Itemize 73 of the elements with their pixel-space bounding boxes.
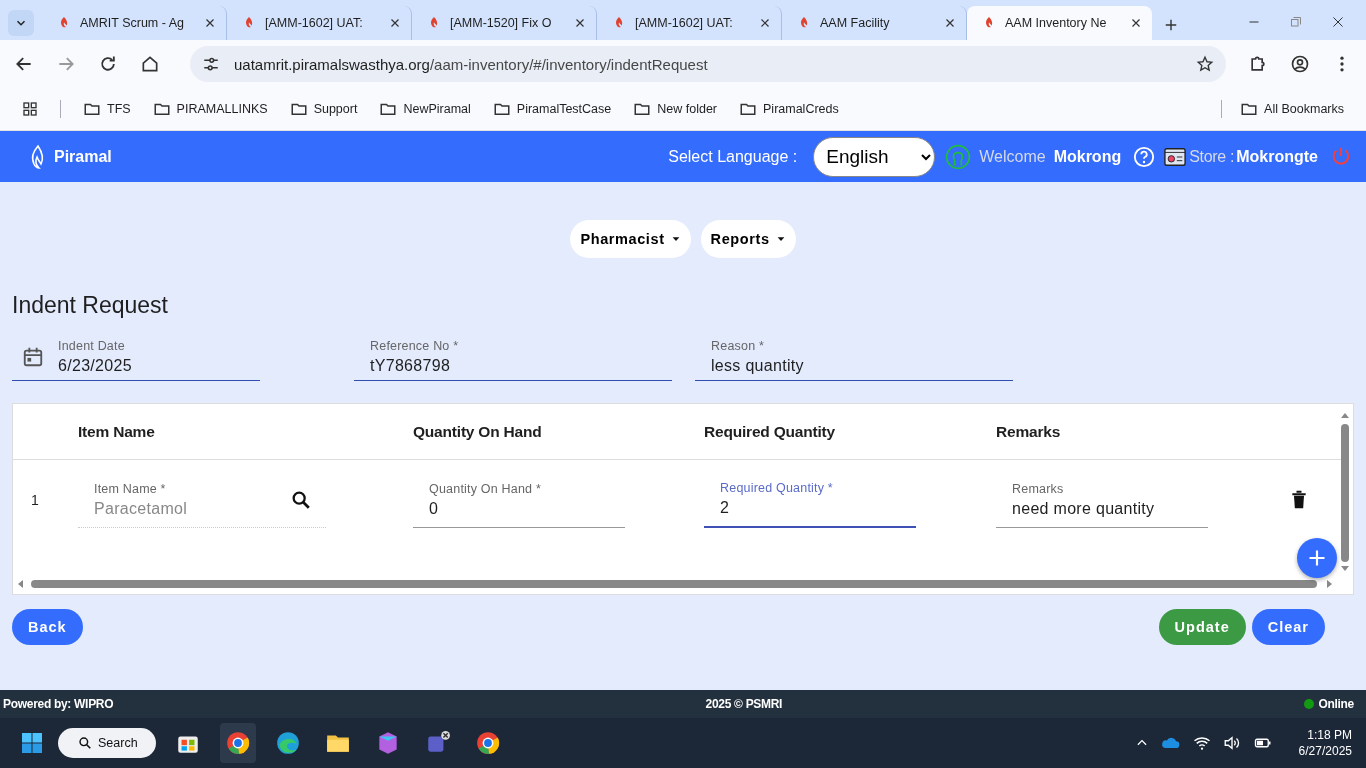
- language-label: Select Language :: [668, 147, 798, 166]
- store-name: Mokrongte: [1236, 147, 1318, 166]
- logo-text: Piramal: [54, 147, 112, 166]
- caret-icon: [775, 234, 786, 244]
- address-bar[interactable]: uatamrit.piramalswasthya.org/aam-inventory/#/inventory/indentRequest: [190, 46, 1226, 82]
- text-field[interactable]: Reason * less quantity: [695, 333, 1013, 381]
- chrome-icon[interactable]: [225, 730, 251, 756]
- trash-icon[interactable]: [1289, 489, 1309, 511]
- bookmark-folder[interactable]: PiramalTestCase: [492, 100, 612, 118]
- profile-icon[interactable]: [1290, 54, 1310, 74]
- update-button[interactable]: Update: [1158, 609, 1246, 645]
- close-icon[interactable]: [204, 17, 216, 29]
- bookmark-folder[interactable]: PIRAMALLINKS: [152, 100, 268, 118]
- wifi-icon[interactable]: [1192, 734, 1211, 752]
- close-icon[interactable]: [1130, 17, 1142, 29]
- reload-icon[interactable]: [98, 54, 118, 74]
- input-field[interactable]: Required Quantity * 2: [704, 472, 916, 528]
- close-icon[interactable]: [389, 17, 401, 29]
- back-button[interactable]: Back: [12, 609, 83, 645]
- input-field[interactable]: Remarks need more quantity: [996, 472, 1208, 528]
- page-title: Indent Request: [12, 292, 169, 319]
- taskbar-clock[interactable]: 1:18 PM 6/27/2025: [1298, 728, 1352, 758]
- search-icon: [78, 736, 92, 750]
- help-icon[interactable]: [1133, 145, 1156, 168]
- home-icon[interactable]: [140, 54, 160, 74]
- browser-tab[interactable]: AAM Inventory Ne: [967, 6, 1152, 40]
- calendar-icon: [22, 345, 44, 368]
- tab-search-button[interactable]: [8, 10, 34, 36]
- puzzle-icon[interactable]: [1248, 54, 1268, 74]
- language-select[interactable]: English: [813, 136, 936, 177]
- column-header: Item Name: [78, 422, 155, 441]
- copyright-text: 2025 © PSMRI: [704, 697, 784, 711]
- new-tab-icon[interactable]: [1164, 18, 1178, 32]
- store-label: Store :: [1189, 147, 1235, 166]
- row-number: 1: [31, 492, 39, 508]
- user-avatar-icon: [945, 143, 972, 170]
- taskbar-search-box[interactable]: Search: [58, 728, 156, 758]
- menu-dropdown-button[interactable]: Reports: [700, 220, 796, 258]
- online-status-text: Online: [1318, 697, 1354, 711]
- column-header: Quantity On Hand: [413, 422, 542, 441]
- close-icon[interactable]: [574, 17, 586, 29]
- add-row-button[interactable]: [1297, 538, 1337, 578]
- apps-grid-icon[interactable]: [22, 101, 38, 117]
- column-header: Remarks: [996, 422, 1061, 441]
- close-icon[interactable]: [759, 17, 771, 29]
- caret-icon: [670, 234, 681, 244]
- user-name: Mokrong: [1053, 147, 1122, 166]
- bookmark-folder[interactable]: New folder: [633, 100, 718, 118]
- text-field[interactable]: Reference No * tY7868798: [354, 333, 672, 381]
- column-header: Required Quantity: [704, 422, 835, 441]
- windows-start-icon[interactable]: [20, 731, 44, 755]
- store-window-icon: [1163, 145, 1188, 168]
- restore-icon[interactable]: [1290, 16, 1302, 28]
- bookmark-folder[interactable]: Support: [289, 100, 358, 118]
- bookmark-folder[interactable]: PiramalCreds: [739, 100, 839, 118]
- plus-icon: [1307, 548, 1327, 568]
- menu-dropdown-button[interactable]: Pharmacist: [570, 220, 691, 258]
- star-icon[interactable]: [1196, 55, 1214, 73]
- clear-button[interactable]: Clear: [1251, 609, 1325, 645]
- date-field[interactable]: Indent Date 6/23/2025: [12, 333, 260, 381]
- input-field[interactable]: Quantity On Hand * 0: [413, 472, 625, 528]
- online-status-dot: [1304, 699, 1315, 709]
- close-icon[interactable]: [1332, 16, 1344, 28]
- chrome-icon[interactable]: [475, 730, 501, 756]
- edge-swirl-icon[interactable]: [275, 730, 301, 756]
- all-bookmarks-folder[interactable]: All Bookmarks: [1240, 100, 1344, 118]
- powered-by-text: Powered by: WIPRO: [3, 697, 114, 711]
- speaker-icon[interactable]: [1222, 734, 1241, 752]
- bookmark-folder[interactable]: TFS: [83, 100, 131, 118]
- close-icon[interactable]: [944, 17, 956, 29]
- bookmark-folder[interactable]: NewPiramal: [379, 100, 471, 118]
- site-settings-icon: [202, 55, 220, 73]
- welcome-label: Welcome: [979, 147, 1046, 166]
